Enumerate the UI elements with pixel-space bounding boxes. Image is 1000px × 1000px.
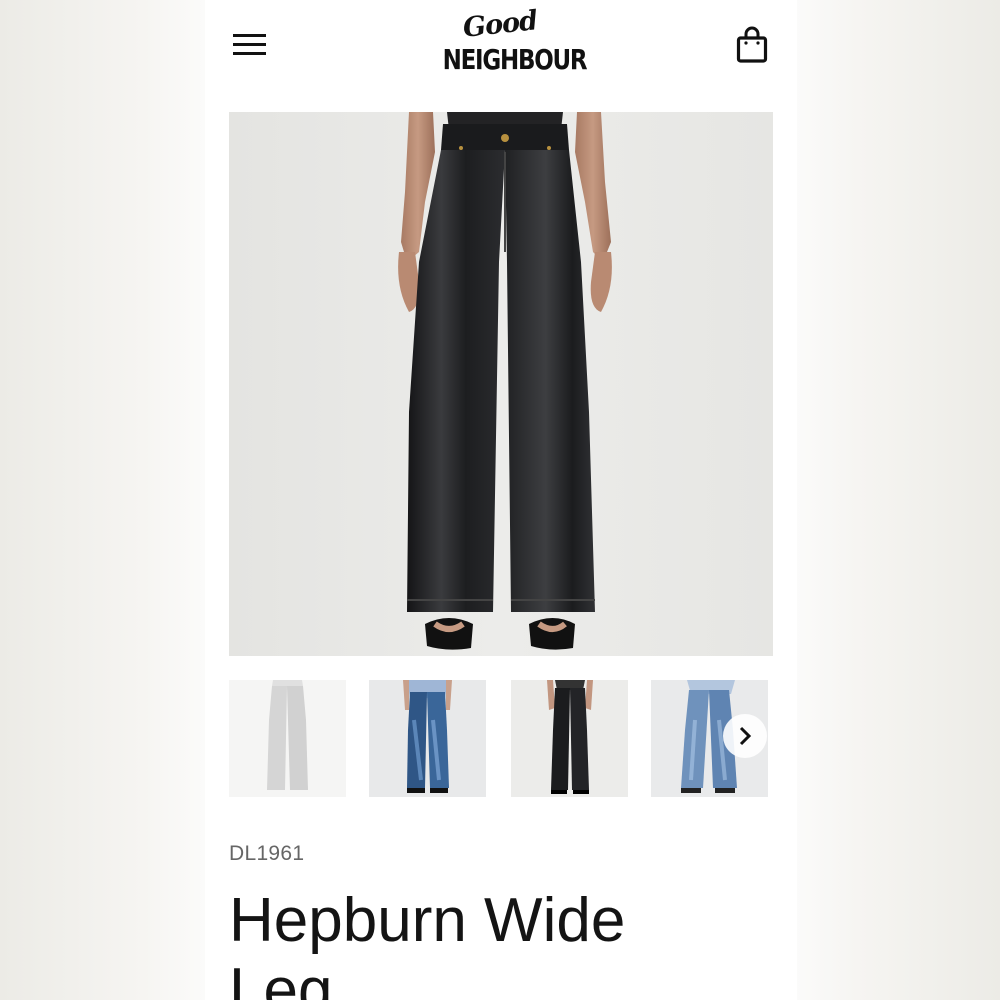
main-product-image[interactable]	[229, 112, 773, 656]
thumbnail-1[interactable]	[229, 680, 346, 797]
product-title: Hepburn Wide Leg	[229, 886, 626, 1000]
logo-script-text: Good	[461, 5, 539, 44]
shopping-bag-icon[interactable]	[736, 26, 768, 64]
store-logo[interactable]: Good NEIGHBOUR	[430, 5, 588, 82]
logo-block-text: NEIGHBOUR	[442, 43, 588, 76]
background-left	[0, 0, 205, 1000]
hamburger-menu-icon[interactable]	[233, 32, 267, 58]
thumbnail-3[interactable]	[511, 680, 628, 797]
background-right	[795, 0, 1000, 1000]
product-brand[interactable]: DL1961	[229, 842, 304, 866]
thumbnail-2[interactable]	[369, 680, 486, 797]
thumbnail-strip	[229, 680, 773, 798]
chevron-right-icon[interactable]	[723, 714, 767, 758]
product-page: Good NEIGHBOUR DL1961 Hepburn Wide Leg	[205, 0, 797, 1000]
